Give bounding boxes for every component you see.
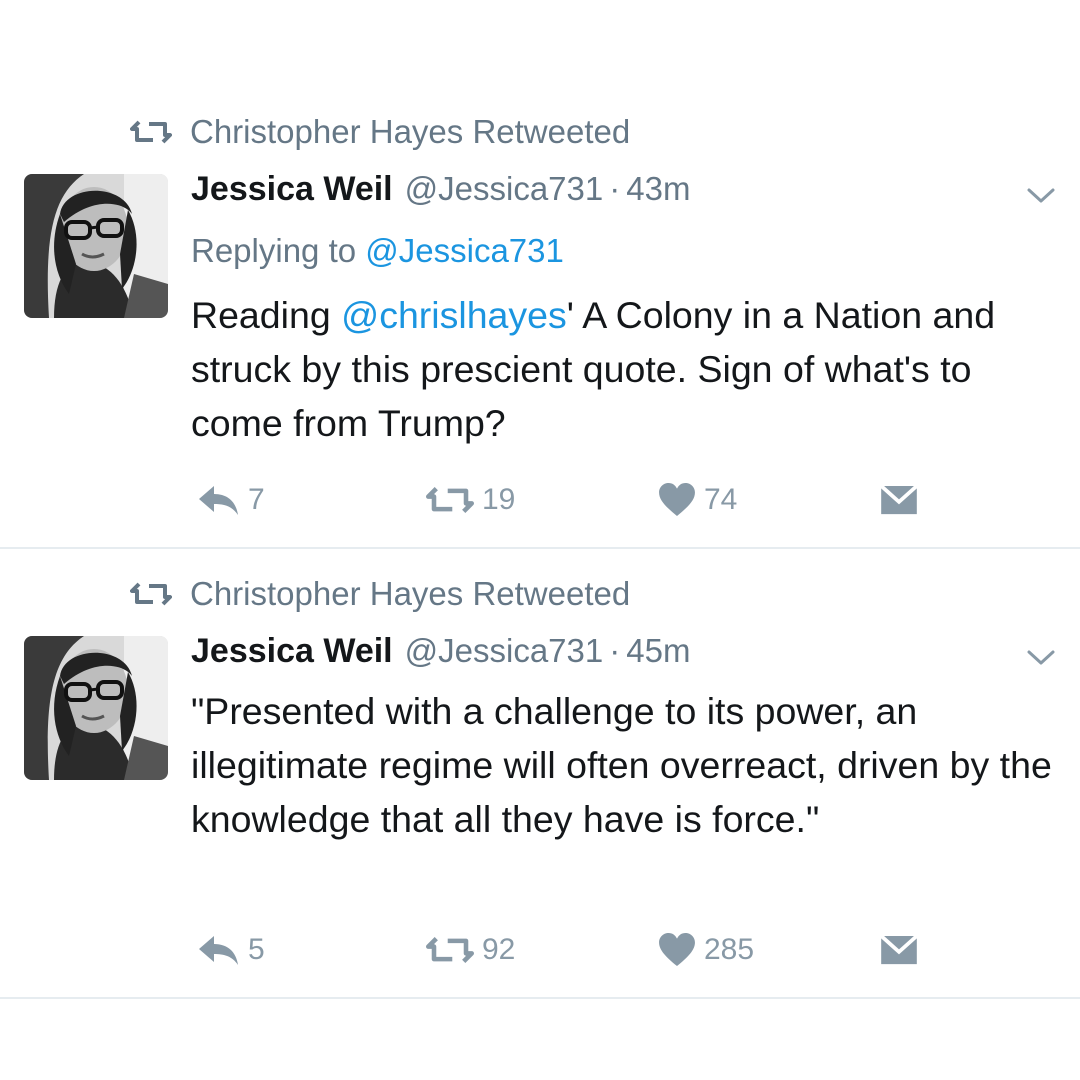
reply-count: 5 <box>248 933 265 966</box>
retweet-icon <box>130 120 172 144</box>
like-count: 285 <box>704 933 755 966</box>
user-handle[interactable]: @Jessica731 <box>405 632 604 670</box>
envelope-icon <box>880 485 918 515</box>
tweet-header: Jessica Weil @Jessica731 · 43m <box>191 170 690 214</box>
mention-link[interactable]: @chrislhayes <box>341 294 567 336</box>
chevron-down-icon[interactable] <box>1026 186 1056 206</box>
retweet-context: Christopher Hayes Retweeted <box>130 574 630 614</box>
timestamp[interactable]: 45m <box>626 632 690 670</box>
tweet-text-part: Reading <box>191 294 342 336</box>
tweet-text: "Presented with a challenge to its power… <box>191 690 1052 840</box>
display-name[interactable]: Jessica Weil <box>191 170 393 209</box>
reply-button[interactable]: 5 <box>196 928 265 972</box>
direct-message-button[interactable] <box>880 478 918 522</box>
like-button[interactable]: 285 <box>658 928 754 972</box>
retweet-context-label: Christopher Hayes Retweeted <box>190 113 631 150</box>
timestamp[interactable]: 43m <box>626 170 690 208</box>
chevron-down-icon[interactable] <box>1026 648 1056 668</box>
display-name[interactable]: Jessica Weil <box>191 632 393 671</box>
retweet-icon <box>130 582 172 606</box>
like-count: 74 <box>704 483 738 516</box>
retweet-button[interactable]: 92 <box>426 928 515 972</box>
retweet-context-label: Christopher Hayes Retweeted <box>190 575 631 612</box>
avatar[interactable] <box>24 636 168 780</box>
tweet-actions: 5 92 285 <box>0 928 1080 972</box>
direct-message-button[interactable] <box>880 928 918 972</box>
retweet-icon <box>426 486 474 514</box>
avatar[interactable] <box>24 174 168 318</box>
retweet-context: Christopher Hayes Retweeted <box>130 112 630 152</box>
user-handle[interactable]: @Jessica731 <box>405 170 604 208</box>
tweet-text: Reading @chrislhayes' A Colony in a Nati… <box>191 288 1061 450</box>
reply-icon <box>196 484 240 516</box>
heart-icon <box>658 483 696 517</box>
replying-to-handle-link[interactable]: @Jessica731 <box>365 232 564 269</box>
retweet-icon <box>426 936 474 964</box>
tweet-header: Jessica Weil @Jessica731 · 45m <box>191 632 690 676</box>
replying-to: Replying to @Jessica731 <box>191 232 564 270</box>
divider <box>0 547 1080 549</box>
retweet-count: 92 <box>482 933 516 966</box>
separator-dot: · <box>609 632 621 669</box>
reply-icon <box>196 934 240 966</box>
retweet-count: 19 <box>482 483 516 516</box>
reply-button[interactable]: 7 <box>196 478 265 522</box>
separator-dot: · <box>609 170 621 207</box>
heart-icon <box>658 933 696 967</box>
replying-to-label: Replying to <box>191 232 366 269</box>
divider <box>0 997 1080 999</box>
retweet-button[interactable]: 19 <box>426 478 515 522</box>
reply-count: 7 <box>248 483 265 516</box>
tweet-actions: 7 19 74 <box>0 478 1080 522</box>
envelope-icon <box>880 935 918 965</box>
like-button[interactable]: 74 <box>658 478 737 522</box>
